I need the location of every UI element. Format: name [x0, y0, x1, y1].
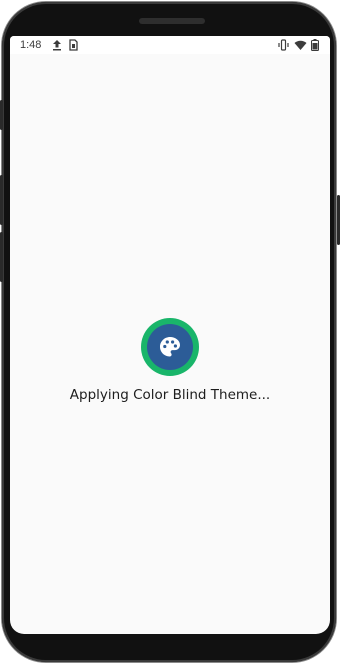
palette-icon: [160, 337, 180, 357]
theme-badge: [147, 324, 193, 370]
earpiece-speaker: [139, 18, 205, 24]
volume-button: [0, 100, 3, 130]
volume-up-button: [0, 175, 3, 225]
status-bar: 1:48: [10, 36, 330, 54]
battery-icon: [311, 39, 319, 51]
vibrate-icon: [278, 39, 289, 51]
loading-message: Applying Color Blind Theme...: [69, 387, 271, 403]
sim-icon: [69, 39, 78, 51]
status-time: 1:48: [20, 39, 42, 51]
phone-screen: 1:48 Applying Color Blind Theme...: [10, 36, 330, 634]
phone-device: 1:48 Applying Color Blind Theme...: [0, 0, 340, 665]
loading-spinner-ring: [141, 318, 199, 376]
volume-down-button: [0, 232, 3, 282]
upload-icon: [53, 40, 61, 51]
wifi-icon: [294, 40, 307, 50]
